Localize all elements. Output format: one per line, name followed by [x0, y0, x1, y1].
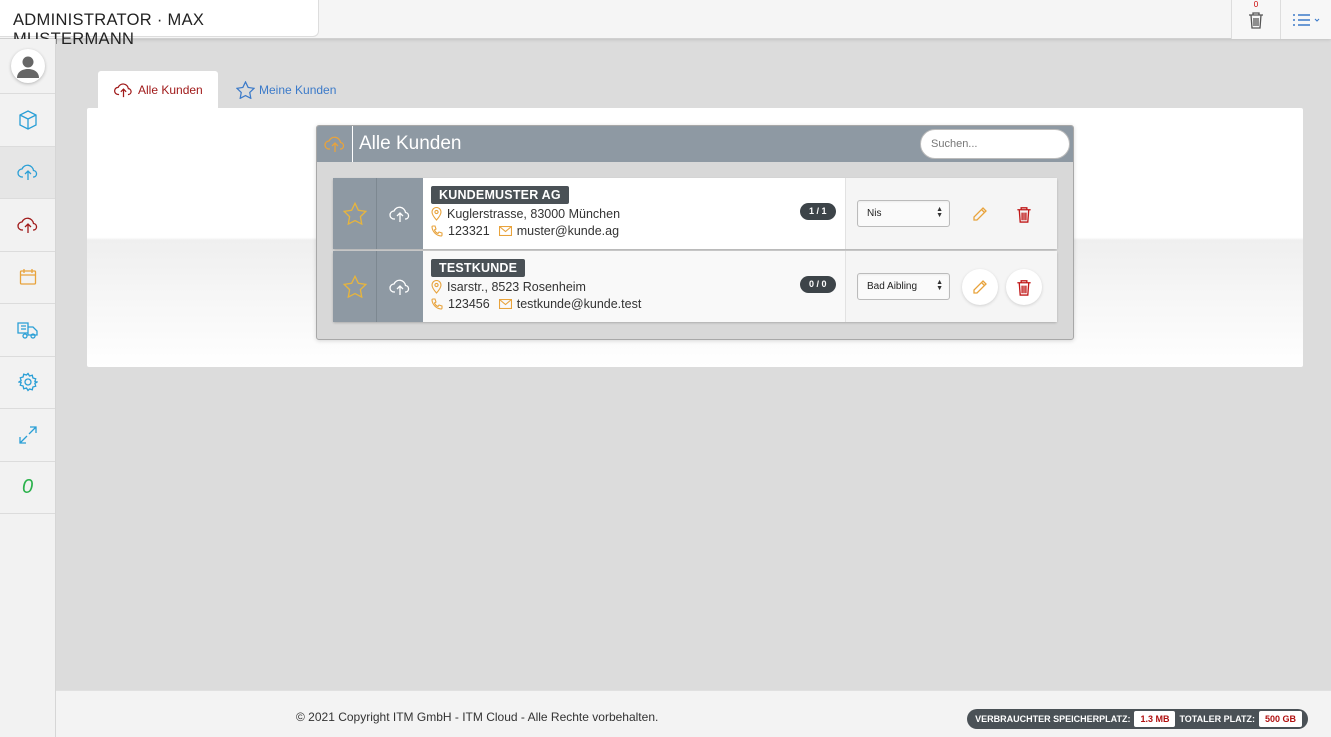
customer-address: Kuglerstrasse, 83000 München	[447, 207, 621, 221]
customer-name[interactable]: KUNDEMUSTER AG	[431, 186, 569, 204]
contact-line: 123321 muster@kunde.ag	[431, 224, 845, 238]
customer-email[interactable]: muster@kunde.ag	[517, 224, 619, 238]
sidebar-item-profile[interactable]	[0, 39, 55, 94]
used-storage-value: 1.3 MB	[1134, 711, 1176, 727]
expand-icon	[18, 426, 37, 444]
cloud-upload-button[interactable]	[377, 251, 423, 322]
total-storage-value: 500 GB	[1258, 711, 1302, 727]
star-icon	[236, 80, 255, 99]
list-header: Alle Kunden	[317, 126, 1073, 162]
customer-info: KUNDEMUSTER AG Kuglerstrasse, 83000 Münc…	[423, 178, 845, 249]
calendar-icon	[19, 269, 36, 285]
select-value: Nis	[867, 208, 882, 219]
counter-value: 0	[21, 475, 34, 498]
cloud-upload-icon	[323, 136, 344, 152]
favorite-button[interactable]	[333, 251, 377, 322]
location-select[interactable]: Bad Aibling ▲ ▼	[857, 273, 950, 300]
sidebar: 0	[0, 39, 56, 737]
contact-line: 123456 testkunde@kunde.test	[431, 297, 845, 311]
star-icon	[342, 202, 367, 225]
mail-icon	[498, 226, 512, 236]
mail-icon	[498, 299, 512, 309]
edit-button[interactable]	[962, 196, 998, 232]
avatar	[10, 49, 45, 83]
phone-icon	[431, 298, 443, 310]
cloud-upload-icon	[389, 279, 410, 295]
cloud-upload-button[interactable]	[377, 178, 423, 249]
sidebar-item-customers[interactable]	[0, 199, 55, 252]
sidebar-item-counter[interactable]: 0	[0, 462, 55, 514]
trash-count-badge: 0	[1253, 0, 1259, 9]
phone-icon	[431, 225, 443, 237]
star-icon	[342, 275, 367, 298]
cloud-upload-icon	[16, 217, 37, 233]
list-header-icon	[317, 126, 353, 162]
location-pin-icon	[431, 280, 442, 294]
edit-button[interactable]	[962, 269, 998, 305]
customer-name[interactable]: TESTKUNDE	[431, 259, 526, 277]
sidebar-item-products[interactable]	[0, 94, 55, 147]
user-icon	[16, 56, 39, 78]
menu-button[interactable]	[1280, 0, 1331, 39]
truck-icon	[16, 322, 38, 339]
row-actions: Bad Aibling ▲ ▼	[845, 251, 1057, 322]
table-row: TESTKUNDE Isarstr., 8523 Rosenheim 12345…	[333, 251, 1057, 322]
sidebar-item-calendar[interactable]	[0, 252, 55, 304]
tab-label: Meine Kunden	[259, 82, 337, 97]
top-bar: ADMINISTRATOR · MAX MUSTERMANN 0	[0, 0, 1331, 48]
storage-indicator: VERBRAUCHTER SPEICHERPLATZ: 1.3 MB TOTAL…	[967, 709, 1308, 729]
pencil-icon	[973, 207, 987, 221]
trash-icon	[1017, 206, 1031, 223]
favorite-button[interactable]	[333, 178, 377, 249]
customer-address: Isarstr., 8523 Rosenheim	[447, 280, 586, 294]
total-storage-label: TOTALER PLATZ:	[1179, 714, 1255, 724]
sidebar-item-delivery[interactable]	[0, 304, 55, 357]
top-actions: 0	[1231, 0, 1331, 39]
select-arrows-icon: ▲ ▼	[936, 279, 943, 292]
sidebar-item-settings[interactable]	[0, 357, 55, 409]
used-storage-label: VERBRAUCHTER SPEICHERPLATZ:	[975, 714, 1131, 724]
delete-button[interactable]	[1006, 269, 1042, 305]
address-line: Kuglerstrasse, 83000 München	[431, 207, 845, 221]
brand-title: ADMINISTRATOR · MAX MUSTERMANN	[0, 0, 319, 48]
list-title: Alle Kunden	[359, 133, 462, 154]
trash-button[interactable]: 0	[1231, 0, 1280, 39]
trash-icon	[1017, 279, 1031, 296]
location-pin-icon	[431, 207, 442, 221]
select-value: Bad Aibling	[867, 281, 918, 292]
cube-icon	[18, 110, 37, 130]
sidebar-item-cloud-upload-blue[interactable]	[0, 146, 55, 199]
customer-email[interactable]: testkunde@kunde.test	[517, 297, 642, 311]
address-line: Isarstr., 8523 Rosenheim	[431, 280, 845, 294]
count-badge: 1 / 1	[800, 203, 836, 220]
select-arrows-icon: ▲ ▼	[936, 206, 943, 219]
sidebar-item-fullscreen[interactable]	[0, 409, 55, 462]
table-row: KUNDEMUSTER AG Kuglerstrasse, 83000 Münc…	[333, 178, 1057, 249]
trash-icon	[1249, 11, 1263, 29]
tab-meine-kunden[interactable]: Meine Kunden	[222, 71, 350, 108]
search-input[interactable]	[920, 129, 1070, 159]
gear-icon	[17, 372, 38, 392]
cloud-upload-icon	[114, 82, 132, 97]
customer-info: TESTKUNDE Isarstr., 8523 Rosenheim 12345…	[423, 251, 845, 322]
count-badge: 0 / 0	[800, 276, 836, 293]
delete-button[interactable]	[1006, 196, 1042, 232]
customer-list: Alle Kunden KUNDEMUSTER AG Kuglerstrasse…	[316, 125, 1074, 340]
copyright-text: © 2021 Copyright ITM GmbH - ITM Cloud - …	[296, 710, 659, 724]
footer: © 2021 Copyright ITM GmbH - ITM Cloud - …	[56, 690, 1331, 737]
cloud-upload-icon	[389, 206, 410, 222]
pencil-icon	[973, 280, 987, 294]
customer-phone: 123321	[448, 224, 490, 238]
customer-phone: 123456	[448, 297, 490, 311]
row-actions: Nis ▲ ▼	[845, 178, 1057, 249]
location-select[interactable]: Nis ▲ ▼	[857, 200, 950, 227]
cloud-upload-icon	[16, 164, 37, 181]
tab-alle-kunden[interactable]: Alle Kunden	[98, 71, 218, 108]
tab-label: Alle Kunden	[138, 82, 203, 97]
list-menu-icon	[1293, 13, 1320, 26]
